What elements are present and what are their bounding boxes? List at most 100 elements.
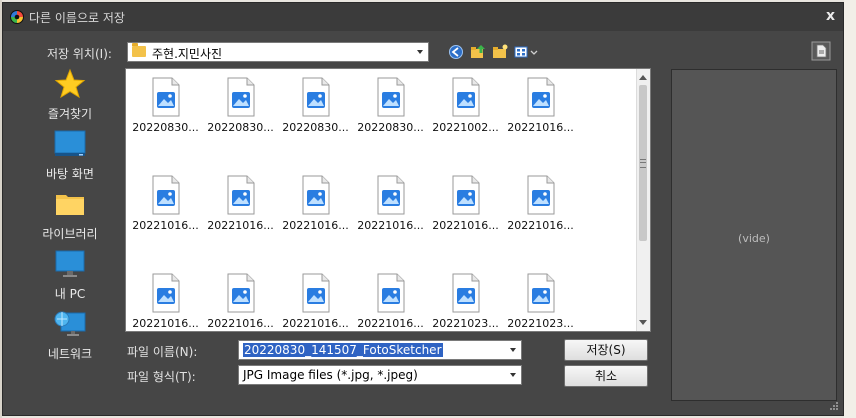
filetype-label: 파일 형식(T): — [127, 370, 196, 384]
image-file-icon — [377, 273, 404, 313]
location-value: 주현.지민사진 — [152, 47, 223, 61]
sidebar-item-label: 즐겨찾기 — [47, 107, 93, 121]
file-item[interactable]: 20220830... — [203, 77, 278, 134]
file-item[interactable]: 20221016... — [278, 175, 353, 232]
save-as-dialog: 다른 이름으로 저장 x 저장 위치(I): 주현.지민사진 즐겨찾기 바탕 화… — [2, 2, 844, 416]
vertical-scrollbar[interactable] — [636, 69, 650, 331]
desktop-icon — [54, 130, 86, 156]
preview-placeholder: (vide) — [738, 232, 770, 245]
cancel-button[interactable]: 취소 — [564, 365, 648, 387]
file-name: 20221016... — [132, 219, 199, 232]
filetype-value: JPG Image files (*.jpg, *.jpeg) — [243, 368, 418, 382]
image-file-icon — [302, 175, 329, 215]
sidebar-item-desktop[interactable]: 바탕 화면 — [23, 127, 117, 182]
image-file-icon — [152, 273, 179, 313]
filetype-select[interactable]: JPG Image files (*.jpg, *.jpeg) — [238, 365, 522, 385]
file-item[interactable]: 20220830... — [278, 77, 353, 134]
sidebar-item-my-pc[interactable]: 내 PC — [23, 247, 117, 302]
sidebar-item-label: 네트워크 — [47, 347, 93, 361]
file-name: 20221016... — [357, 219, 424, 232]
image-file-icon — [227, 273, 254, 313]
image-file-icon — [452, 273, 479, 313]
image-file-icon — [452, 77, 479, 117]
filename-value: 20220830_141507_FotoSketcher — [243, 343, 443, 357]
file-item[interactable]: 20221016... — [203, 273, 278, 330]
filename-label: 파일 이름(N): — [127, 345, 198, 359]
up-folder-icon[interactable] — [469, 43, 487, 61]
image-file-icon — [377, 175, 404, 215]
image-file-icon — [302, 77, 329, 117]
image-file-icon — [227, 175, 254, 215]
file-item[interactable]: 20221016... — [503, 175, 578, 232]
image-file-icon — [152, 77, 179, 117]
file-name: 20221016... — [432, 219, 499, 232]
network-icon — [54, 311, 86, 336]
file-name: 20220830... — [282, 121, 349, 134]
image-file-icon — [152, 175, 179, 215]
file-item[interactable]: 20221016... — [503, 77, 578, 134]
file-name: 20221002... — [432, 121, 499, 134]
file-name: 20221016... — [507, 121, 574, 134]
star-icon — [54, 68, 86, 99]
image-file-icon — [527, 175, 554, 215]
image-file-icon — [527, 77, 554, 117]
scroll-up-icon[interactable] — [639, 75, 647, 80]
file-item[interactable]: 20221016... — [278, 273, 353, 330]
dialog-title: 다른 이름으로 저장 — [29, 11, 125, 25]
file-item[interactable]: 20221016... — [203, 175, 278, 232]
app-icon — [10, 10, 24, 24]
folder-icon — [56, 195, 84, 215]
preview-panel: (vide) — [671, 69, 837, 401]
sidebar-item-library[interactable]: 라이브러리 — [23, 187, 117, 242]
file-item[interactable]: 20221016... — [353, 175, 428, 232]
back-icon[interactable] — [447, 43, 465, 61]
file-name: 20221016... — [282, 317, 349, 330]
scroll-grip-icon — [640, 159, 646, 168]
title-bar: 다른 이름으로 저장 x — [3, 3, 843, 31]
close-button[interactable]: x — [826, 8, 835, 24]
file-item[interactable]: 20221016... — [428, 175, 503, 232]
file-item[interactable]: 20221016... — [128, 175, 203, 232]
sidebar-item-label: 라이브러리 — [42, 227, 98, 241]
file-item[interactable]: 20220830... — [353, 77, 428, 134]
sidebar-item-label: 바탕 화면 — [46, 167, 94, 181]
file-name: 20221016... — [207, 219, 274, 232]
save-button[interactable]: 저장(S) — [564, 339, 648, 361]
file-name: 20221016... — [207, 317, 274, 330]
chevron-down-icon[interactable] — [510, 348, 516, 352]
image-file-icon — [227, 77, 254, 117]
file-name: 20220830... — [357, 121, 424, 134]
file-item[interactable]: 20221023... — [503, 273, 578, 330]
file-item[interactable]: 20221016... — [128, 273, 203, 330]
new-folder-icon[interactable] — [491, 43, 509, 61]
background-right — [844, 0, 856, 418]
monitor-icon — [55, 250, 85, 277]
sidebar-item-network[interactable]: 네트워크 — [23, 307, 117, 362]
file-name: 20221016... — [357, 317, 424, 330]
view-menu-icon[interactable] — [513, 43, 541, 61]
file-item[interactable]: 20221023... — [428, 273, 503, 330]
image-file-icon — [377, 77, 404, 117]
chevron-down-icon — [417, 50, 423, 54]
filename-input[interactable]: 20220830_141507_FotoSketcher — [238, 340, 522, 360]
file-name: 20221023... — [432, 317, 499, 330]
file-list[interactable]: 20220830... 20220830... 20220830... 2022083… — [125, 68, 651, 332]
sidebar-item-favorites[interactable]: 즐겨찾기 — [23, 67, 117, 122]
file-name: 20221016... — [132, 317, 199, 330]
file-item[interactable]: 20221002... — [428, 77, 503, 134]
preview-toggle-icon[interactable] — [811, 41, 831, 61]
image-file-icon — [452, 175, 479, 215]
location-select[interactable]: 주현.지민사진 — [127, 42, 429, 62]
sidebar-item-label: 내 PC — [54, 287, 86, 301]
scroll-down-icon[interactable] — [639, 320, 647, 325]
chevron-down-icon — [510, 373, 516, 377]
file-name: 20221023... — [507, 317, 574, 330]
file-name: 20220830... — [207, 121, 274, 134]
file-item[interactable]: 20221016... — [353, 273, 428, 330]
file-item[interactable]: 20220830... — [128, 77, 203, 134]
resize-grip-icon[interactable] — [829, 401, 839, 411]
image-file-icon — [527, 273, 554, 313]
file-name: 20220830... — [132, 121, 199, 134]
file-name: 20221016... — [507, 219, 574, 232]
image-file-icon — [302, 273, 329, 313]
